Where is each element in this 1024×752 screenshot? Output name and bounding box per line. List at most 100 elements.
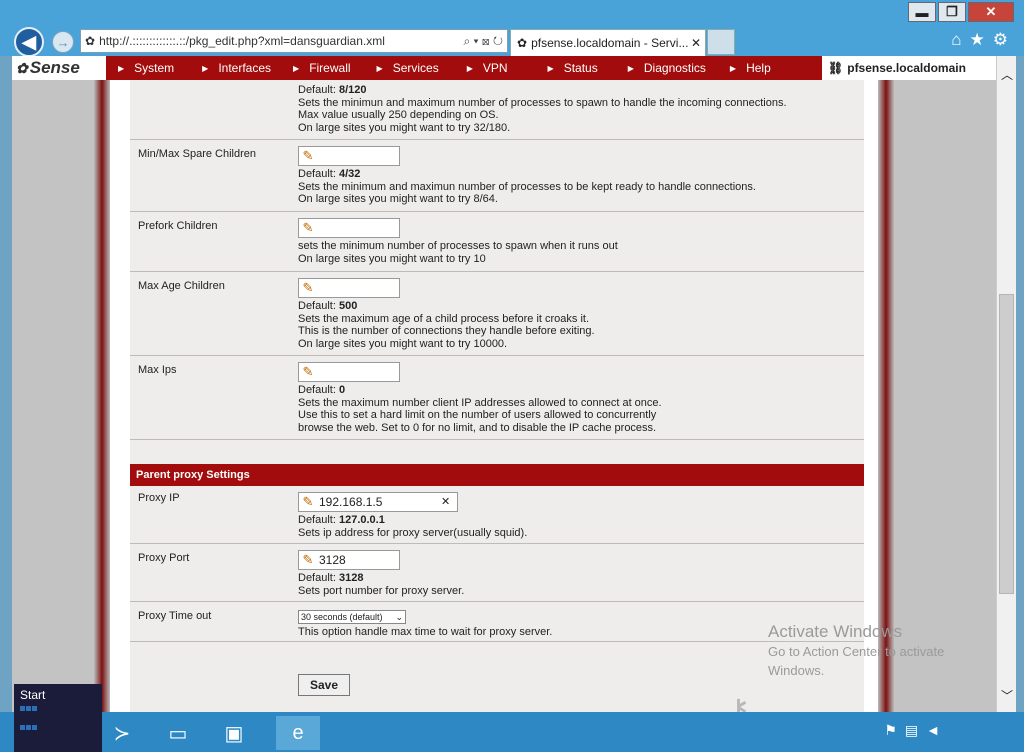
menu-firewall[interactable]: ▶ Firewall: [283, 61, 351, 75]
proxy-port-input[interactable]: ✎ 3128: [298, 550, 400, 570]
activate-windows-watermark: Activate Windows Go to Action Center to …: [768, 622, 996, 680]
menu-diagnostics[interactable]: ▶ Diagnostics: [618, 61, 706, 75]
page-viewport: Default: 8/120 Sets the minimun and maxi…: [12, 80, 996, 712]
menu-services[interactable]: ▶ Services: [367, 61, 439, 75]
parent-proxy-header: Parent proxy Settings: [130, 464, 864, 486]
tab-close-button[interactable]: ✕: [691, 36, 705, 50]
scroll-down-icon[interactable]: ﹀: [1001, 687, 1013, 704]
star-icon[interactable]: ★: [970, 30, 985, 50]
restore-button[interactable]: ❐: [938, 2, 966, 22]
back-icon: ◀: [22, 31, 36, 52]
key-icon: ⚷: [726, 693, 751, 712]
browser-tools: ⌂ ★ ⚙: [951, 30, 1008, 50]
pencil-icon: ✎: [302, 551, 314, 567]
menu-arrow-icon: ▶: [293, 63, 300, 73]
pencil-icon: ✎: [302, 493, 314, 509]
network-tray-icon[interactable]: ▤: [905, 722, 918, 739]
home-icon[interactable]: ⌂: [951, 30, 961, 50]
max-age-children-input[interactable]: ✎: [298, 278, 400, 298]
window-controls: ▬ ❐ ✕: [908, 2, 1014, 22]
menu-status[interactable]: ▶ Status: [538, 61, 598, 75]
proxy-port-value: 3128: [319, 552, 346, 567]
row-value: Default: 8/120 Sets the minimun and maxi…: [298, 84, 787, 134]
internet-explorer-icon[interactable]: e: [276, 716, 320, 750]
default-text: Default: 4/32: [298, 168, 361, 180]
menu-arrow-icon: ▶: [202, 63, 209, 73]
gear-icon[interactable]: ⚙: [993, 30, 1008, 50]
proxy-timeout-row: Proxy Time out 30 seconds (default) ⌄ Th…: [130, 602, 864, 642]
default-text: Default: 500: [298, 300, 358, 312]
min-max-spare-row: Min/Max Spare Children ✎ Default: 4/32 S…: [130, 140, 864, 212]
pfsense-menu: ▶ System ▶ Interfaces ▶ Firewall ▶ Services …: [108, 61, 822, 75]
watermark-line: Windows.: [768, 663, 825, 678]
proxy-port-row: Proxy Port ✎ 3128 Default: 3128 Sets por…: [130, 544, 864, 602]
content-area: Default: 8/120 Sets the minimun and maxi…: [110, 80, 878, 712]
menu-label: Interfaces: [218, 61, 272, 75]
minimize-button[interactable]: ▬: [908, 2, 936, 22]
address-bar[interactable]: ✿ http://.:::::::::::::.::/pkg_edit.php?…: [80, 29, 508, 53]
select-value: 30 seconds (default): [301, 611, 383, 622]
description-line: Max value usually 250 depending on OS.: [298, 109, 499, 121]
back-button[interactable]: ◀: [14, 27, 44, 57]
powershell-icon[interactable]: ≻: [100, 716, 144, 750]
browser-tab[interactable]: ✿ pfsense.localdomain - Servi... ✕: [510, 29, 706, 56]
row-value: ✎ 3128 Default: 3128 Sets port number fo…: [298, 550, 464, 597]
tab-favicon-icon: ✿: [517, 36, 528, 50]
scroll-up-icon[interactable]: ︿: [1001, 66, 1013, 83]
watermark-title: Activate Windows: [768, 622, 903, 641]
file-explorer-icon[interactable]: ▭: [156, 716, 200, 750]
start-tiles-icon: [20, 706, 38, 742]
description-line: Use this to set a hard limit on the numb…: [298, 409, 657, 421]
description-line: Sets the minimun and maximum number of p…: [298, 96, 787, 109]
row-value: 30 seconds (default) ⌄ This option handl…: [298, 610, 552, 639]
menu-vpn[interactable]: ▶ VPN: [457, 61, 508, 75]
field-label: Min/Max Spare Children: [138, 148, 256, 160]
network-icon: ⛓: [828, 61, 844, 75]
address-url[interactable]: http://.:::::::::::::.::/pkg_edit.php?xm…: [99, 34, 443, 48]
prefork-children-input[interactable]: ✎: [298, 218, 400, 238]
pencil-icon: ✎: [302, 363, 314, 379]
min-max-spare-input[interactable]: ✎: [298, 146, 400, 166]
proxy-ip-input[interactable]: ✎ 192.168.1.5 ✕: [298, 492, 458, 512]
watermark-line: Go to Action Center to activate: [768, 644, 945, 659]
field-label: Prefork Children: [138, 220, 218, 232]
logo-text: Sense: [29, 58, 80, 77]
description-line: This option handle max time to wait for …: [298, 626, 553, 638]
menu-arrow-icon: ▶: [547, 63, 554, 73]
default-text: Default: 3128: [298, 572, 364, 584]
menu-system[interactable]: ▶ System: [108, 61, 174, 75]
menu-label: Services: [392, 61, 439, 75]
description-line: browse the web. Set to 0 for no limit, a…: [298, 421, 657, 434]
proxy-ip-value: 192.168.1.5: [319, 494, 383, 509]
flag-icon[interactable]: ⚑: [884, 722, 897, 739]
default-text: Default: 8/120: [298, 84, 367, 96]
chevron-down-icon: ⌄: [395, 611, 403, 622]
clear-input-button[interactable]: ✕: [441, 496, 457, 509]
description-line: Sets the minimum and maximun number of p…: [298, 180, 756, 193]
address-tools[interactable]: ⌕ ▾ ⊠ ↻: [443, 34, 507, 49]
scrollbar-thumb[interactable]: [999, 294, 1014, 594]
pfsense-logo[interactable]: ✿ Sense: [12, 56, 108, 80]
forward-button[interactable]: →: [52, 31, 74, 53]
left-border-decoration: [94, 80, 110, 712]
server-manager-icon[interactable]: ▣: [212, 716, 256, 750]
menu-help[interactable]: ▶ Help: [720, 61, 771, 75]
max-ips-input[interactable]: ✎: [298, 362, 400, 382]
row-value: ✎ Default: 4/32 Sets the minimum and max…: [298, 146, 756, 206]
default-text: Default: 127.0.0.1: [298, 514, 385, 526]
save-button[interactable]: Save: [298, 674, 350, 696]
menu-interfaces[interactable]: ▶ Interfaces: [192, 61, 271, 75]
close-window-button[interactable]: ✕: [968, 2, 1014, 22]
row-value: ✎ Default: 0 Sets the maximum number cli…: [298, 362, 662, 434]
proxy-ip-row: Proxy IP ✎ 192.168.1.5 ✕ Default: 127.0.…: [130, 486, 864, 544]
new-tab-button[interactable]: [707, 29, 735, 55]
min-max-children-row: Default: 8/120 Sets the minimun and maxi…: [130, 80, 864, 140]
proxy-timeout-select[interactable]: 30 seconds (default) ⌄: [298, 610, 406, 624]
site-icon: ✿: [85, 34, 96, 48]
vertical-scrollbar[interactable]: ︿ ﹀: [996, 56, 1016, 712]
field-label: Proxy Port: [138, 552, 190, 564]
start-button[interactable]: Start: [14, 684, 102, 752]
description-line: On large sites you might want to try 10: [298, 252, 486, 265]
description-line: Sets the maximum number client IP addres…: [298, 396, 662, 409]
volume-icon[interactable]: ◄: [926, 722, 940, 739]
